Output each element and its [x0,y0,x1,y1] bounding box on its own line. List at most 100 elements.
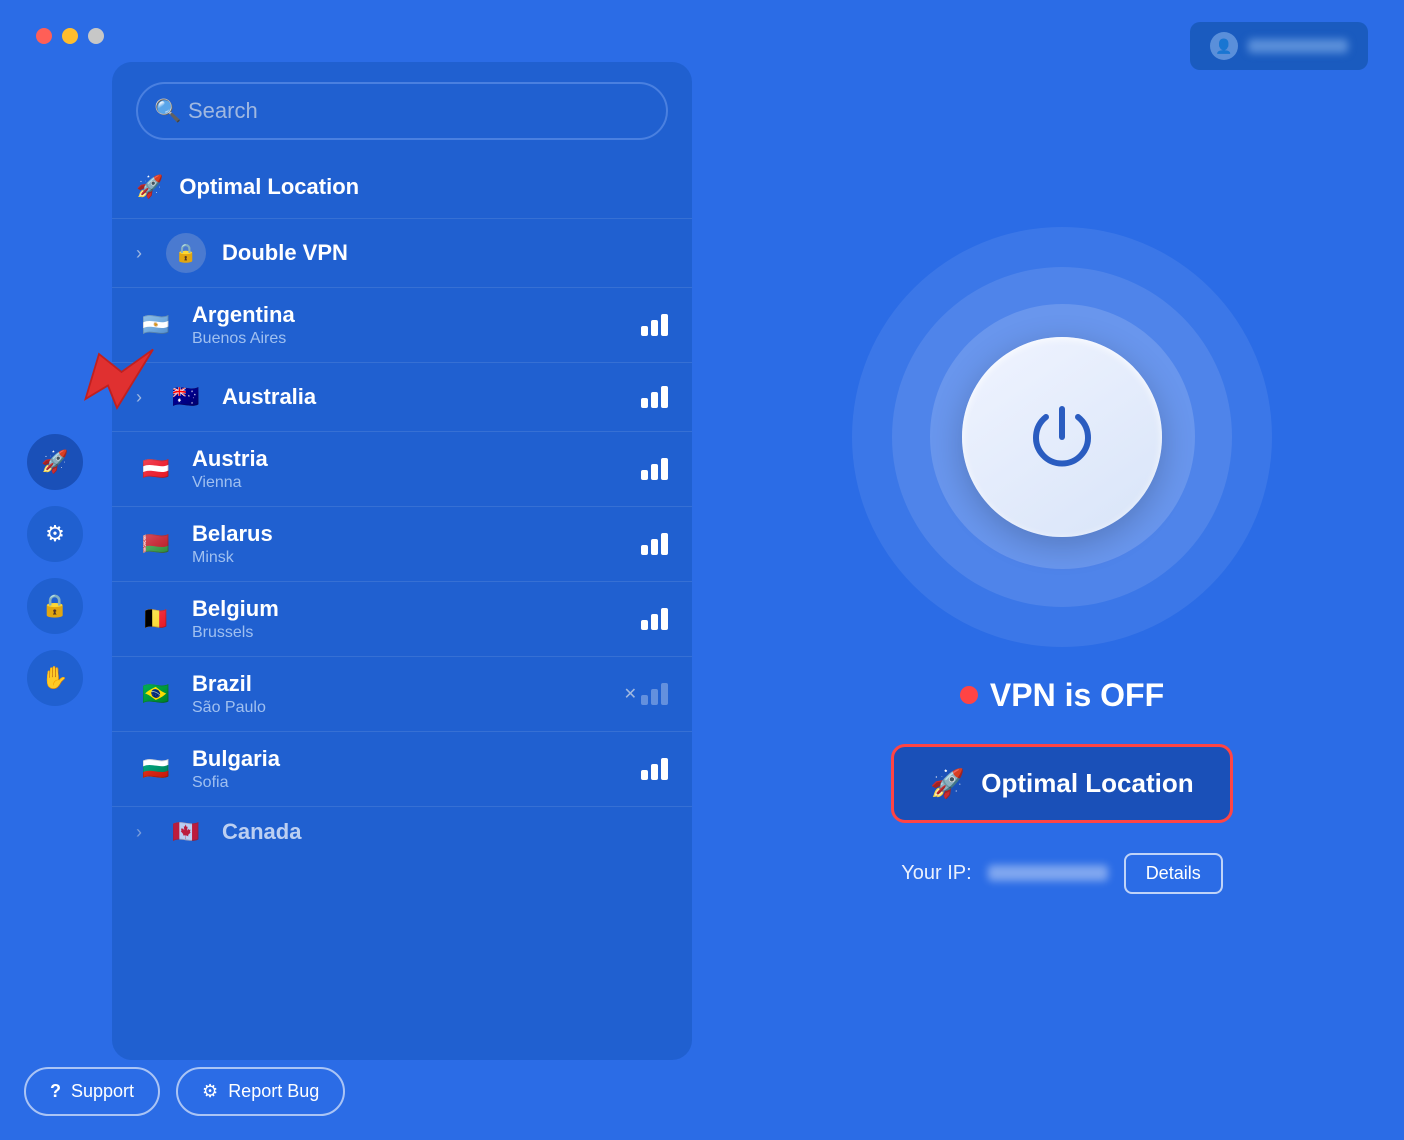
country-name: Australia [222,384,625,410]
list-item[interactable]: 🇧🇬 Bulgaria Sofia [112,732,692,807]
country-name: Austria [192,446,625,472]
list-item[interactable]: 🇧🇷 Brazil São Paulo ✕ [112,657,692,732]
double-vpn-label: Double VPN [222,240,668,266]
search-input[interactable] [136,82,668,140]
city-name: São Paulo [192,699,608,717]
country-name: Canada [222,819,668,845]
expand-icon: › [136,243,142,264]
location-panel: 🔍 🚀 Optimal Location › 🔒 Double VPN 🇦🇷 A… [112,62,692,1060]
signal-bar [661,314,668,336]
signal-indicator [641,758,668,780]
optimal-button-rocket-icon: 🚀 [930,767,965,800]
signal-bar [661,758,668,780]
signal-bar [641,545,648,555]
country-flag: 🇧🇬 [136,749,176,789]
signal-indicator [641,386,668,408]
country-flag: 🇨🇦 [166,812,206,852]
lock-icon: 🔒 [41,593,68,619]
minimize-button[interactable] [62,28,78,44]
ip-row: Your IP: Details [901,853,1222,894]
signal-bar [651,464,658,480]
signal-bar [641,326,648,336]
gear-icon: ⚙ [45,521,65,547]
optimal-location-label: Optimal Location [179,174,668,200]
power-button-container [852,227,1272,647]
country-name: Belgium [192,596,625,622]
location-list: 🚀 Optimal Location › 🔒 Double VPN 🇦🇷 Arg… [112,156,692,1060]
signal-bar [651,539,658,555]
report-bug-label: Report Bug [228,1081,319,1102]
signal-indicator [641,683,668,705]
double-vpn-item[interactable]: › 🔒 Double VPN [112,219,692,288]
search-container: 🔍 [112,62,692,156]
signal-bar [651,614,658,630]
list-item[interactable]: 🇦🇹 Austria Vienna [112,432,692,507]
rocket-icon: 🚀 [41,449,68,475]
signal-bar [641,398,648,408]
power-toggle-button[interactable] [962,337,1162,537]
signal-bar [661,608,668,630]
list-item[interactable]: › 🇦🇺 Australia [112,363,692,432]
country-flag: 🇧🇪 [136,599,176,639]
user-avatar-icon: 👤 [1210,32,1238,60]
signal-bar [661,458,668,480]
sidebar-item-vpn[interactable]: 🚀 [27,434,83,490]
optimal-location-item[interactable]: 🚀 Optimal Location [112,156,692,219]
sidebar: 🚀 ⚙ 🔒 ✋ [0,0,110,1140]
power-symbol-icon [1022,397,1102,477]
details-button[interactable]: Details [1124,853,1223,894]
signal-bar [661,533,668,555]
status-indicator-dot [960,686,978,704]
list-item[interactable]: › 🇨🇦 Canada [112,807,692,857]
user-name-display [1248,39,1348,53]
list-item[interactable]: 🇧🇾 Belarus Minsk [112,507,692,582]
city-name: Buenos Aires [192,330,625,348]
ip-label: Your IP: [901,862,971,885]
signal-indicator [641,533,668,555]
signal-bar [641,470,648,480]
close-button[interactable] [36,28,52,44]
report-bug-button[interactable]: ⚙ Report Bug [176,1067,345,1116]
country-flag: 🇦🇺 [166,377,206,417]
bottom-bar: ? Support ⚙ Report Bug [24,1067,345,1116]
signal-indicator [641,608,668,630]
ip-address-display [988,865,1108,881]
support-button[interactable]: ? Support [24,1067,160,1116]
double-vpn-icon: 🔒 [166,233,206,273]
vpn-status-text: VPN is OFF [990,677,1164,714]
unavailable-signal: ✕ [624,683,668,705]
signal-bar [641,620,648,630]
question-mark-icon: ? [50,1081,61,1102]
hand-icon: ✋ [41,665,68,691]
signal-indicator [641,458,668,480]
expand-chevron-icon: › [136,822,142,843]
sidebar-item-block[interactable]: ✋ [27,650,83,706]
fullscreen-button[interactable] [88,28,104,44]
optimal-location-button-label: Optimal Location [981,768,1193,799]
optimal-rocket-icon: 🚀 [136,174,163,200]
list-item[interactable]: 🇧🇪 Belgium Brussels [112,582,692,657]
country-flag: 🇧🇾 [136,524,176,564]
signal-bar [651,689,658,705]
signal-bar [641,770,648,780]
city-name: Sofia [192,774,625,792]
list-item[interactable]: 🇦🇷 Argentina Buenos Aires [112,288,692,363]
user-account-button[interactable]: 👤 [1190,22,1368,70]
signal-bar [651,392,658,408]
report-icon: ⚙ [202,1081,218,1102]
country-name: Argentina [192,302,625,328]
optimal-location-button[interactable]: 🚀 Optimal Location [891,744,1232,823]
city-name: Minsk [192,549,625,567]
signal-bar [661,386,668,408]
cross-icon: ✕ [624,684,637,704]
sidebar-item-settings[interactable]: ⚙ [27,506,83,562]
signal-bar [641,695,648,705]
support-label: Support [71,1081,134,1102]
signal-bar [651,320,658,336]
main-panel: VPN is OFF 🚀 Optimal Location Your IP: D… [720,0,1404,1140]
signal-bar [651,764,658,780]
signal-bar [661,683,668,705]
red-arrow-annotation [72,336,162,426]
country-name: Belarus [192,521,625,547]
sidebar-item-lock[interactable]: 🔒 [27,578,83,634]
